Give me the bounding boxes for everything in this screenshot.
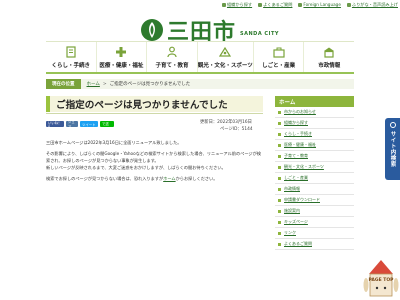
updated-date: 更新日：2022年03月16日 xyxy=(200,120,252,125)
work-icon xyxy=(272,47,285,58)
bullet-icon xyxy=(278,110,281,114)
page-id: ページID：5144 xyxy=(220,127,253,132)
nav-item-medical[interactable]: 医療・健康・福祉 xyxy=(95,42,147,72)
bullet-icon xyxy=(278,154,281,158)
speaker-icon xyxy=(346,3,351,7)
nav-item-tourism[interactable]: 観光・文化・スポーツ xyxy=(196,42,253,72)
side-item-download[interactable]: 申請書ダウンロード xyxy=(275,195,354,206)
breadcrumb-label: 現在の位置 xyxy=(46,79,81,89)
site-search-tab[interactable]: サイト内検索 xyxy=(385,118,400,180)
main-content: 三田市ホームページは2022年3月16日に全面リニューアル致しました。 その影響… xyxy=(46,139,263,186)
medical-icon xyxy=(116,47,127,57)
bullet-icon xyxy=(278,209,281,213)
search-icon xyxy=(389,122,396,128)
global-nav: くらし・手続き 医療・健康・福祉 子育て・教育 観光・文化・スポーツ しごと・産… xyxy=(46,41,354,72)
bullet-icon xyxy=(278,132,281,136)
line-share-button[interactable]: LINEで送る xyxy=(100,117,114,131)
notice-paragraph-1: 三田市ホームページは2022年3月16日に全面リニューアル致しました。 xyxy=(46,140,182,145)
nav-item-work[interactable]: しごと・産業 xyxy=(252,42,304,72)
city-hall-icon xyxy=(324,47,335,58)
city-emblem-icon xyxy=(141,19,163,41)
bullet-icon xyxy=(278,231,281,235)
page-top-label: PAGE TOP xyxy=(369,277,395,283)
title-underline xyxy=(46,113,263,114)
logo-english: SANDA CITY xyxy=(240,31,279,37)
bullet-icon xyxy=(278,187,281,191)
side-item-kids[interactable]: キッズページ xyxy=(275,217,354,228)
side-item-news[interactable]: 市からのお知らせ xyxy=(275,107,354,118)
side-menu: ホーム 市からのお知らせ 組織から探す くらし・手続き 医療・健康・福祉 子育て… xyxy=(275,96,354,250)
faq-icon xyxy=(258,3,263,7)
bullet-icon xyxy=(278,220,281,224)
side-item-tourism[interactable]: 観光・文化・スポーツ xyxy=(275,162,354,173)
side-item-facilities[interactable]: 施設案内 xyxy=(275,206,354,217)
side-item-organization[interactable]: 組織から探す xyxy=(275,118,354,129)
breadcrumb: 現在の位置 ホーム > ご指定のページは見つかりませんでした xyxy=(46,79,354,89)
child-icon xyxy=(167,46,177,58)
bullet-icon xyxy=(278,198,281,202)
page-top-button[interactable]: PAGE TOP xyxy=(363,258,399,300)
bullet-icon xyxy=(278,143,281,147)
facebook-share-button[interactable]: シェア xyxy=(66,120,78,129)
side-menu-heading[interactable]: ホーム xyxy=(275,96,354,107)
globe-icon xyxy=(298,3,303,7)
breadcrumb-separator: > xyxy=(102,81,107,87)
breadcrumb-home-link[interactable]: ホーム xyxy=(87,81,100,87)
nav-item-living[interactable]: くらし・手続き xyxy=(46,42,96,72)
facebook-like-button[interactable]: いいね！0 xyxy=(46,121,64,129)
nav-item-childcare[interactable]: 子育て・教育 xyxy=(146,42,197,72)
bullet-icon xyxy=(278,121,281,125)
nav-divider xyxy=(46,72,354,74)
side-item-medical[interactable]: 医療・健康・福祉 xyxy=(275,140,354,151)
notice-paragraph-3: 検索でお探しのページが見つからない場合は、恐れ入りますがホームからお探しください… xyxy=(46,176,218,181)
utility-links: 組織から探す よくあるご質問 Foreign Language ふりがな・音声読… xyxy=(221,2,398,8)
bullet-icon xyxy=(278,165,281,169)
side-item-childcare[interactable]: 子育て・教育 xyxy=(275,151,354,162)
side-item-work[interactable]: しごと・産業 xyxy=(275,173,354,184)
notice-paragraph-2: その影響により、しばらくの間Google・Yahooなどの検索サイトから検索した… xyxy=(46,151,261,170)
share-buttons: いいね！0 シェア ツイート LINEで送る xyxy=(46,117,114,131)
side-item-city[interactable]: 市政情報 xyxy=(275,184,354,195)
page-meta: 更新日：2022年03月16日 ページID：5144 xyxy=(200,119,263,133)
home-link[interactable]: ホーム xyxy=(163,176,175,181)
bullet-icon xyxy=(278,242,281,246)
utility-link-faq[interactable]: よくあるご質問 xyxy=(258,2,292,8)
document-icon xyxy=(66,46,76,58)
bullet-icon xyxy=(278,176,281,180)
side-item-faq[interactable]: よくあるご質問 xyxy=(275,239,354,250)
page-title: ご指定のページは見つかりませんでした xyxy=(46,96,263,112)
organization-icon xyxy=(221,3,226,7)
utility-link-organization[interactable]: 組織から探す xyxy=(221,2,252,8)
tourism-icon xyxy=(219,46,232,57)
breadcrumb-current: ご指定のページは見つかりませんでした xyxy=(109,82,191,87)
side-item-links[interactable]: リンク xyxy=(275,228,354,239)
utility-link-foreign-language[interactable]: Foreign Language xyxy=(298,2,341,8)
side-item-living[interactable]: くらし・手続き xyxy=(275,129,354,140)
tweet-button[interactable]: ツイート xyxy=(80,121,98,127)
nav-item-city[interactable]: 市政情報 xyxy=(303,42,354,72)
utility-link-reading[interactable]: ふりがな・音声読み上げ xyxy=(346,2,398,8)
